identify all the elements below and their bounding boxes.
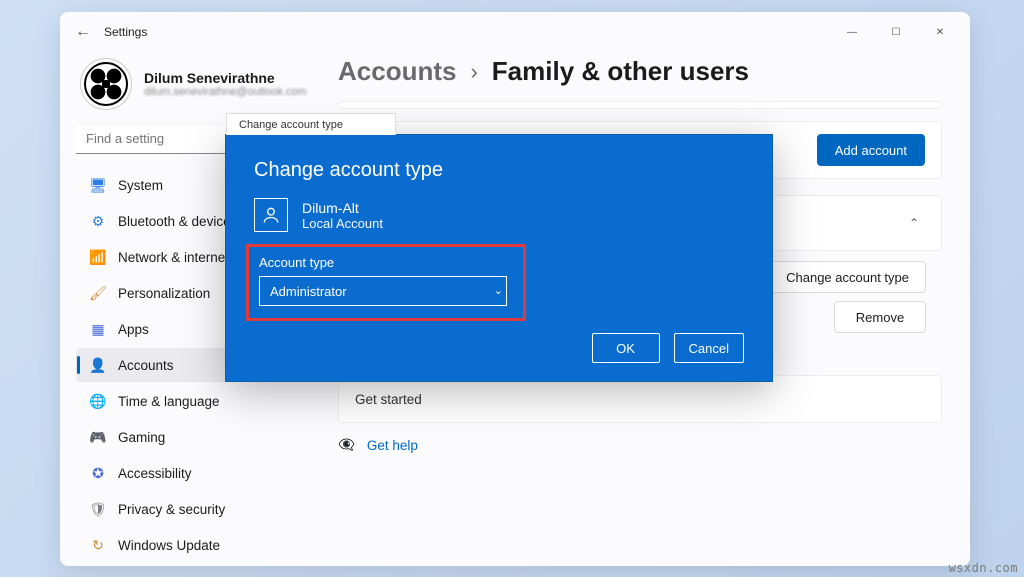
- window-controls: — ☐ ✕: [830, 17, 962, 47]
- sidebar-item-privacy-security[interactable]: 🛡 Privacy & security: [76, 492, 312, 526]
- dialog-account-sub: Local Account: [302, 216, 383, 231]
- sidebar-item-gaming[interactable]: 🎮 Gaming: [76, 420, 312, 454]
- apps-icon: ▦: [90, 321, 106, 337]
- page-title: Family & other users: [492, 56, 749, 87]
- person-icon: [254, 198, 288, 232]
- accounts-icon: 👤: [90, 357, 106, 373]
- privacy-security-icon: 🛡: [90, 501, 106, 517]
- dialog-tab-title: Change account type: [226, 113, 396, 135]
- bluetooth-devices-icon: ⚙: [90, 213, 106, 229]
- sidebar-item-label: Accessibility: [118, 466, 192, 481]
- gaming-icon: 🎮: [90, 429, 106, 445]
- section-divider: [338, 101, 942, 109]
- close-button[interactable]: ✕: [918, 17, 962, 47]
- watermark: wsxdn.com: [948, 561, 1018, 575]
- user-email: dilum.senevirathne@outlook.com: [144, 86, 307, 98]
- breadcrumb-parent[interactable]: Accounts: [338, 56, 456, 87]
- cancel-button[interactable]: Cancel: [674, 333, 744, 363]
- minimize-button[interactable]: —: [830, 17, 874, 47]
- avatar: [80, 58, 132, 110]
- sidebar-item-accessibility[interactable]: ✪ Accessibility: [76, 456, 312, 490]
- breadcrumb: Accounts › Family & other users: [338, 56, 942, 87]
- sidebar-item-windows-update[interactable]: ↻ Windows Update: [76, 528, 312, 562]
- time-language-icon: 🌐: [90, 393, 106, 409]
- network-internet-icon: 📶: [90, 249, 106, 265]
- accessibility-icon: ✪: [90, 465, 106, 481]
- maximize-button[interactable]: ☐: [874, 17, 918, 47]
- user-name: Dilum Senevirathne: [144, 70, 307, 86]
- arrow-left-icon: ←: [75, 23, 91, 41]
- sidebar-item-label: Network & internet: [118, 250, 229, 265]
- add-account-button[interactable]: Add account: [817, 134, 925, 166]
- account-header[interactable]: Dilum Senevirathne dilum.senevirathne@ou…: [80, 58, 312, 110]
- sidebar-item-label: Windows Update: [118, 538, 220, 553]
- sidebar-item-label: Time & language: [118, 394, 220, 409]
- sidebar-item-label: Accounts: [118, 358, 174, 373]
- sidebar-item-label: Personalization: [118, 286, 210, 301]
- help-row[interactable]: 👁‍🗨 Get help: [338, 437, 942, 453]
- sidebar-item-label: Privacy & security: [118, 502, 225, 517]
- remove-button[interactable]: Remove: [834, 301, 926, 333]
- dialog-account-name: Dilum-Alt: [302, 200, 383, 216]
- sidebar-item-label: Bluetooth & devices: [118, 214, 237, 229]
- account-type-select[interactable]: Administrator: [259, 276, 507, 306]
- sidebar-item-label: Gaming: [118, 430, 165, 445]
- get-started-row[interactable]: Get started: [338, 375, 942, 423]
- change-account-type-dialog: Change account type Change account type …: [225, 134, 773, 382]
- change-account-type-button[interactable]: Change account type: [769, 261, 926, 293]
- windows-update-icon: ↻: [90, 537, 106, 553]
- sidebar-item-time-language[interactable]: 🌐 Time & language: [76, 384, 312, 418]
- get-started-label: Get started: [355, 392, 422, 407]
- chevron-up-icon: ⌃: [909, 216, 919, 230]
- sidebar-item-label: System: [118, 178, 163, 193]
- system-icon: 🖥: [90, 177, 106, 193]
- get-help-link[interactable]: Get help: [367, 438, 418, 453]
- dialog-title: Change account type: [254, 159, 744, 182]
- titlebar: ← Settings — ☐ ✕: [60, 12, 970, 52]
- account-type-label: Account type: [259, 255, 513, 270]
- help-icon: 👁‍🗨: [338, 437, 355, 453]
- window-title: Settings: [104, 25, 147, 39]
- sidebar-item-label: Apps: [118, 322, 149, 337]
- ok-button[interactable]: OK: [592, 333, 660, 363]
- back-button[interactable]: ←: [68, 17, 98, 47]
- chevron-right-icon: ›: [470, 59, 477, 85]
- dialog-account-row: Dilum-Alt Local Account: [254, 198, 744, 232]
- highlight-annotation: Account type Administrator ⌄: [246, 244, 526, 321]
- personalization-icon: 🖌: [90, 285, 106, 301]
